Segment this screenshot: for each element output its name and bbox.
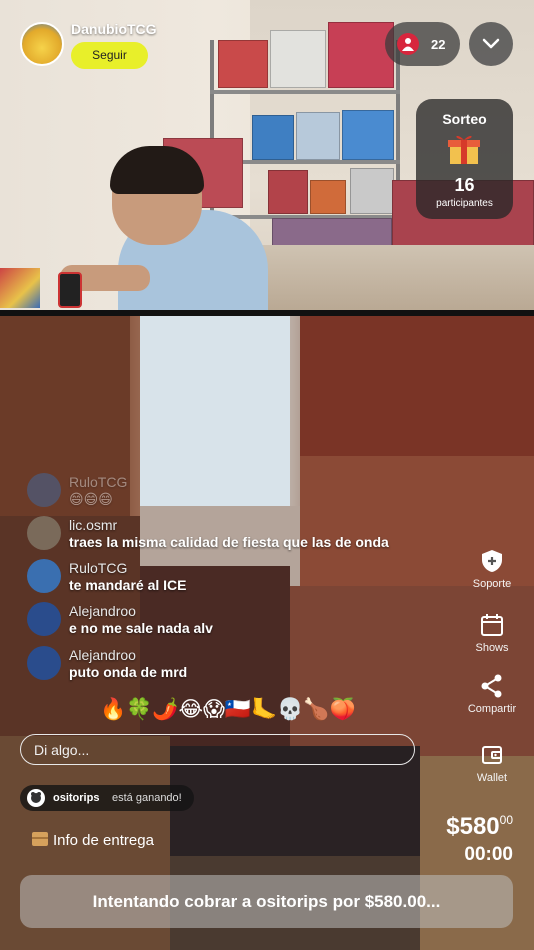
giveaway-title: Sorteo [442, 111, 487, 127]
chat-input[interactable] [20, 734, 415, 765]
current-price: $58000 [446, 813, 513, 841]
chat-username[interactable]: Alejandroo [69, 647, 136, 663]
chat-text: puto onda de mrd [69, 664, 188, 680]
chat-username[interactable]: Alejandroo [69, 603, 136, 619]
price-cents: 00 [499, 813, 513, 827]
chat-username[interactable]: RuloTCG [69, 474, 127, 490]
share-button[interactable]: Compartir [456, 673, 528, 715]
calendar-icon [479, 612, 505, 638]
chat-message: Alejandroo e no me sale nada alv [27, 602, 407, 640]
chat-avatar[interactable] [27, 559, 61, 593]
package-icon [32, 832, 48, 846]
shows-label: Shows [475, 642, 509, 654]
host-name[interactable]: DanubioTCG [71, 21, 157, 37]
shows-button[interactable]: Shows [456, 612, 528, 654]
chat-text: e no me sale nada alv [69, 620, 213, 636]
support-button[interactable]: Soporte [456, 548, 528, 590]
phone [58, 272, 82, 308]
chat-username[interactable]: lic.osmr [69, 517, 117, 533]
delivery-info-link[interactable]: Info de entrega [32, 832, 154, 849]
host-avatar[interactable] [20, 22, 64, 66]
viewer-count: 22 [431, 37, 446, 52]
wallet-label: Wallet [476, 772, 508, 784]
winning-bidder-badge: ositorips está ganando! [20, 785, 194, 811]
winning-bidder-name: ositorips [53, 792, 100, 804]
follow-button[interactable]: Seguir [71, 42, 148, 69]
chat-avatar[interactable] [27, 602, 61, 636]
viewer-icon [397, 33, 419, 55]
chat-avatar[interactable] [27, 516, 61, 550]
card-pack [0, 268, 40, 308]
charge-status-bar: Intentando cobrar a ositorips por $580.0… [20, 875, 513, 928]
winning-status-text: está ganando! [112, 792, 182, 804]
giveaway-participant-count: 16 [454, 175, 475, 195]
reaction-bar[interactable]: 🔥🍀🌶️😂😱🇨🇱🦶💀🍗🍑 [100, 697, 356, 722]
chat-avatar[interactable] [27, 473, 61, 507]
chat-text: traes la misma calidad de fiesta que las… [69, 534, 389, 550]
wallet-button[interactable]: Wallet [456, 742, 528, 784]
chat-avatar[interactable] [27, 646, 61, 680]
chat-username[interactable]: RuloTCG [69, 560, 127, 576]
chat-text: te mandaré al ICE [69, 577, 187, 593]
pixel-block [300, 316, 534, 456]
gift-icon [448, 135, 480, 164]
auction-timer: 00:00 [464, 844, 513, 865]
giveaway-participant-label: participantes [436, 198, 493, 209]
giveaway-card[interactable]: Sorteo 16 participantes [416, 99, 513, 219]
desk [250, 245, 534, 312]
delivery-label: Info de entrega [53, 832, 154, 849]
chat-message: Alejandroo puto onda de mrd [27, 646, 407, 684]
collapse-button[interactable] [469, 22, 513, 66]
share-icon [479, 673, 505, 699]
chevron-down-icon [482, 38, 500, 49]
shield-plus-icon [479, 548, 505, 574]
chat-message: lic.osmr traes la misma calidad de fiest… [27, 516, 407, 554]
wallet-icon [479, 742, 505, 768]
chat-message: RuloTCG 😄😄😄 [27, 473, 407, 511]
bidder-avatar-icon [27, 789, 45, 807]
viewer-count-badge[interactable]: 22 [385, 22, 460, 66]
chat-message: RuloTCG te mandaré al ICE [27, 559, 407, 597]
chat-text: 😄😄😄 [69, 491, 113, 507]
share-label: Compartir [467, 703, 517, 715]
price-main: $580 [446, 813, 500, 840]
support-label: Soporte [472, 578, 512, 590]
